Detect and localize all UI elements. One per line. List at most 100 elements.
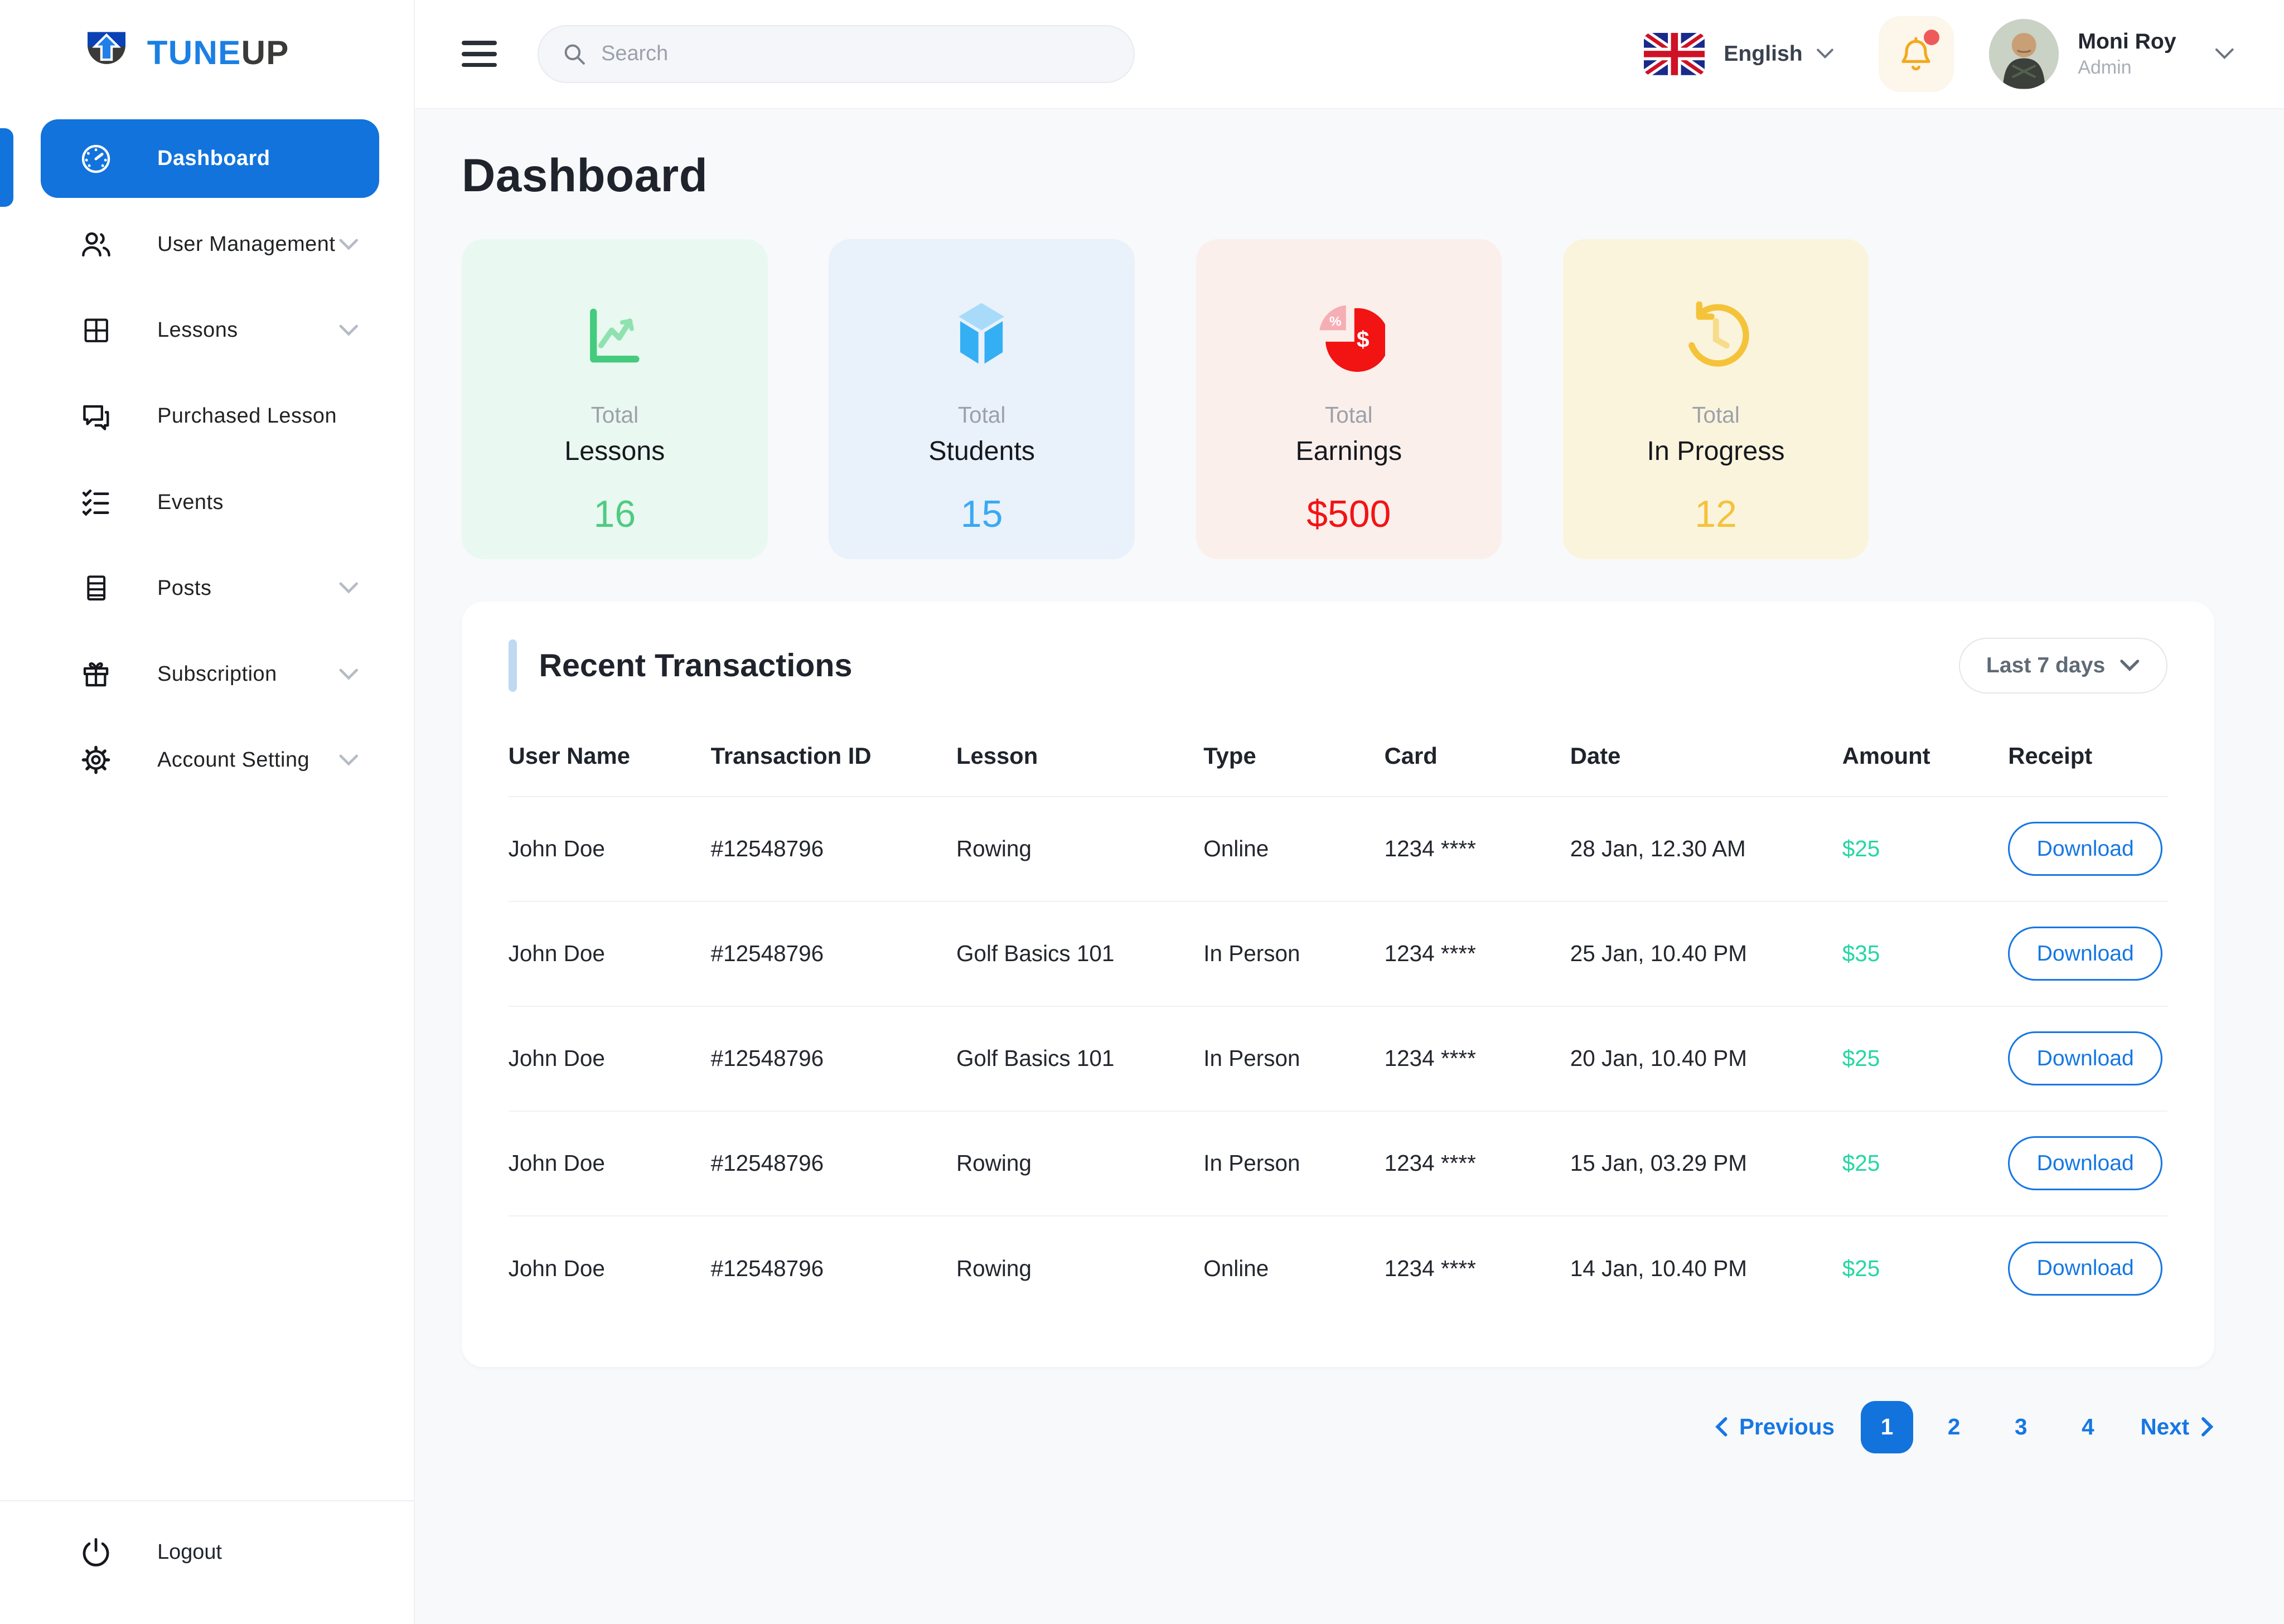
download-button[interactable]: Download bbox=[2008, 1242, 2162, 1296]
avatar[interactable] bbox=[1989, 19, 2059, 89]
logout-button[interactable]: Logout bbox=[41, 1513, 379, 1592]
cell-transaction-id: #12548796 bbox=[711, 797, 956, 901]
download-button[interactable]: Download bbox=[2008, 1136, 2162, 1190]
page-title: Dashboard bbox=[462, 148, 2214, 202]
uk-flag-icon bbox=[1644, 33, 1705, 75]
sidebar-item-user-management[interactable]: User Management bbox=[41, 205, 379, 284]
stat-card-total-lessons: Total Lessons 16 bbox=[462, 239, 768, 560]
svg-text:%: % bbox=[1329, 314, 1341, 329]
main-area: English bbox=[415, 0, 2283, 1624]
page-button-1[interactable]: 1 bbox=[1861, 1401, 1913, 1453]
sidebar-footer: Logout bbox=[0, 1500, 414, 1624]
stat-value: $500 bbox=[1306, 493, 1391, 536]
notifications-button[interactable] bbox=[1879, 16, 1954, 92]
cell-transaction-id: #12548796 bbox=[711, 901, 956, 1006]
logout-label: Logout bbox=[157, 1540, 222, 1564]
language-selector[interactable]: English bbox=[1724, 42, 1835, 66]
panel-title: Recent Transactions bbox=[539, 647, 852, 684]
col-transaction-id: Transaction ID bbox=[711, 723, 956, 797]
sidebar-item-label: Subscription bbox=[157, 662, 277, 686]
app-window: TUNEUP Dashboard bbox=[0, 0, 2284, 1624]
sidebar-item-dashboard[interactable]: Dashboard bbox=[41, 119, 379, 198]
col-lesson: Lesson bbox=[956, 723, 1203, 797]
stat-label-top: Total bbox=[958, 402, 1005, 428]
title-accent-bar bbox=[509, 639, 517, 692]
brand-logo: TUNEUP bbox=[0, 0, 414, 102]
cell-amount: $25 bbox=[1842, 797, 2009, 901]
stat-label-top: Total bbox=[1325, 402, 1372, 428]
chevron-down-icon bbox=[338, 754, 359, 767]
download-button[interactable]: Download bbox=[2008, 822, 2162, 876]
content: Dashboard Total Lessons 16 bbox=[415, 109, 2283, 1624]
sidebar-item-label: Dashboard bbox=[157, 147, 270, 171]
sidebar-item-posts[interactable]: Posts bbox=[41, 549, 379, 628]
sidebar-item-label: Lessons bbox=[157, 318, 238, 342]
stat-value: 15 bbox=[961, 493, 1003, 536]
search-input[interactable] bbox=[601, 42, 1110, 66]
page-button-4[interactable]: 4 bbox=[2062, 1401, 2114, 1453]
page-button-3[interactable]: 3 bbox=[1995, 1401, 2047, 1453]
next-label: Next bbox=[2140, 1414, 2189, 1440]
chevron-down-icon bbox=[338, 581, 359, 595]
search-box bbox=[538, 25, 1135, 83]
cell-type: Online bbox=[1203, 1216, 1384, 1321]
cell-card: 1234 **** bbox=[1385, 1216, 1570, 1321]
stat-card-total-earnings: % $ Total Earnings $500 bbox=[1196, 239, 1502, 560]
cell-lesson: Rowing bbox=[956, 797, 1203, 901]
recent-transactions-panel: Recent Transactions Last 7 days User Nam… bbox=[462, 602, 2214, 1367]
user-menu-chevron[interactable] bbox=[2214, 47, 2235, 61]
tuneup-logo-icon bbox=[80, 26, 133, 79]
pagination-pages: 1234 bbox=[1861, 1401, 2114, 1453]
stat-card-total-students: Total Students 15 bbox=[829, 239, 1135, 560]
sidebar-item-purchased-lesson[interactable]: Purchased Lesson bbox=[41, 377, 379, 455]
download-button[interactable]: Download bbox=[2008, 927, 2162, 981]
cell-user: John Doe bbox=[509, 1111, 711, 1216]
cell-type: Online bbox=[1203, 797, 1384, 901]
hamburger-menu-icon[interactable] bbox=[462, 41, 497, 67]
previous-page-button[interactable]: Previous bbox=[1715, 1414, 1835, 1440]
date-filter-label: Last 7 days bbox=[1986, 653, 2105, 678]
brand-name: TUNEUP bbox=[147, 33, 289, 72]
col-date: Date bbox=[1570, 723, 1842, 797]
cell-transaction-id: #12548796 bbox=[711, 1216, 956, 1321]
date-filter-dropdown[interactable]: Last 7 days bbox=[1959, 638, 2167, 693]
cell-date: 20 Jan, 10.40 PM bbox=[1570, 1006, 1842, 1111]
sidebar-item-lessons[interactable]: Lessons bbox=[41, 291, 379, 370]
chat-bubbles-icon bbox=[79, 399, 114, 434]
col-type: Type bbox=[1203, 723, 1384, 797]
cell-card: 1234 **** bbox=[1385, 901, 1570, 1006]
sidebar-item-subscription[interactable]: Subscription bbox=[41, 635, 379, 714]
topbar-right: English bbox=[1644, 16, 2235, 92]
transactions-table: User Name Transaction ID Lesson Type Car… bbox=[509, 723, 2167, 1321]
col-receipt: Receipt bbox=[2008, 723, 2167, 797]
grid-icon bbox=[79, 313, 114, 348]
notification-badge bbox=[1924, 30, 1940, 46]
cell-card: 1234 **** bbox=[1385, 1111, 1570, 1216]
cell-date: 28 Jan, 12.30 AM bbox=[1570, 797, 1842, 901]
speedometer-icon bbox=[79, 141, 114, 176]
sidebar-item-label: Purchased Lesson bbox=[157, 404, 337, 428]
cell-user: John Doe bbox=[509, 901, 711, 1006]
gift-icon bbox=[79, 657, 114, 692]
document-lines-icon bbox=[79, 571, 114, 606]
table-row: John Doe#12548796RowingOnline1234 ****14… bbox=[509, 1216, 2167, 1321]
col-user-name: User Name bbox=[509, 723, 711, 797]
cell-date: 25 Jan, 10.40 PM bbox=[1570, 901, 1842, 1006]
stat-value: 16 bbox=[594, 493, 636, 536]
brand-name-secondary: UP bbox=[241, 34, 289, 71]
line-chart-icon bbox=[578, 294, 651, 379]
page-button-2[interactable]: 2 bbox=[1928, 1401, 1980, 1453]
user-name: Moni Roy bbox=[2078, 28, 2176, 56]
sidebar-item-events[interactable]: Events bbox=[41, 463, 379, 542]
chevron-down-icon bbox=[1816, 48, 1835, 60]
stat-label-top: Total bbox=[591, 402, 638, 428]
cell-receipt: Download bbox=[2008, 1216, 2167, 1321]
user-role: Admin bbox=[2078, 56, 2176, 79]
sidebar-item-account-setting[interactable]: Account Setting bbox=[41, 721, 379, 799]
download-button[interactable]: Download bbox=[2008, 1031, 2162, 1085]
topbar: English bbox=[415, 0, 2283, 109]
stat-label-top: Total bbox=[1692, 402, 1739, 428]
cell-amount: $25 bbox=[1842, 1111, 2009, 1216]
next-page-button[interactable]: Next bbox=[2140, 1414, 2214, 1440]
stat-label: Students bbox=[928, 435, 1035, 467]
